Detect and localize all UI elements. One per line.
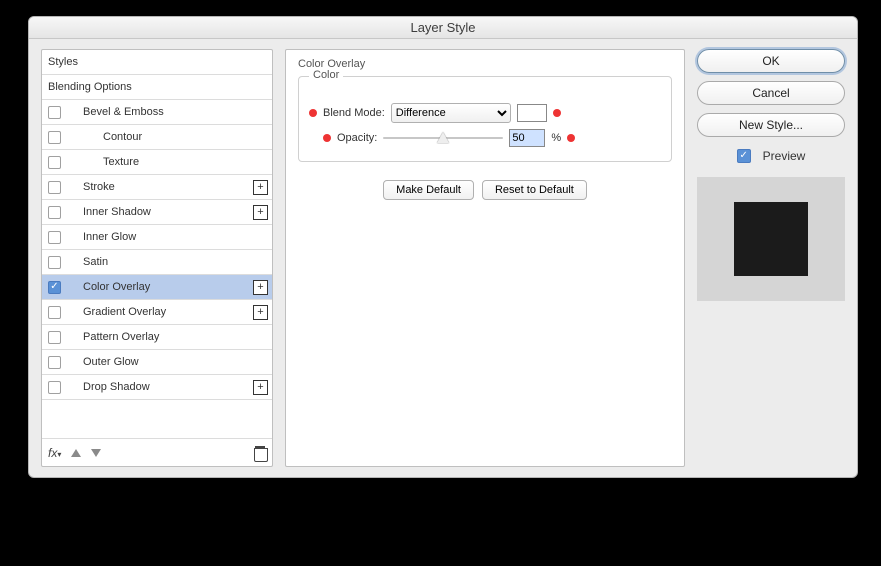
style-row-outer-glow[interactable]: Outer Glow bbox=[42, 350, 272, 375]
style-row-drop-shadow[interactable]: Drop Shadow + bbox=[42, 375, 272, 400]
style-label: Pattern Overlay bbox=[83, 331, 159, 343]
window-title: Layer Style bbox=[29, 17, 857, 39]
preview-checkbox[interactable]: ✓ bbox=[737, 149, 751, 163]
styles-panel: Styles Blending Options Bevel & Emboss Co… bbox=[41, 49, 273, 467]
style-label: Color Overlay bbox=[83, 281, 150, 293]
style-checkbox[interactable] bbox=[48, 306, 61, 319]
modified-dot-icon bbox=[323, 134, 331, 142]
right-panel: OK Cancel New Style... ✓ Preview bbox=[697, 49, 845, 467]
style-label: Inner Glow bbox=[83, 231, 136, 243]
style-checkbox[interactable]: ✓ bbox=[48, 281, 61, 294]
blending-options-row[interactable]: Blending Options bbox=[42, 75, 272, 100]
move-down-icon[interactable] bbox=[91, 449, 101, 457]
opacity-slider[interactable] bbox=[383, 131, 503, 145]
style-label: Stroke bbox=[83, 181, 115, 193]
color-overlay-group: Color Overlay Color Blend Mode: Differen… bbox=[298, 58, 672, 200]
opacity-label: Opacity: bbox=[337, 132, 377, 144]
modified-dot-icon bbox=[309, 109, 317, 117]
style-checkbox[interactable] bbox=[48, 331, 61, 344]
styles-header-row[interactable]: Styles bbox=[42, 50, 272, 75]
style-row-inner-glow[interactable]: Inner Glow bbox=[42, 225, 272, 250]
style-row-gradient-overlay[interactable]: Gradient Overlay + bbox=[42, 300, 272, 325]
add-instance-icon[interactable]: + bbox=[253, 305, 268, 320]
style-label: Contour bbox=[103, 131, 142, 143]
blending-options-label: Blending Options bbox=[48, 81, 132, 93]
style-label: Bevel & Emboss bbox=[83, 106, 164, 118]
move-up-icon[interactable] bbox=[71, 449, 81, 457]
preview-box bbox=[697, 177, 845, 301]
style-checkbox[interactable] bbox=[48, 106, 61, 119]
blend-mode-select[interactable]: Difference bbox=[391, 103, 511, 123]
preview-toggle-row[interactable]: ✓ Preview bbox=[697, 149, 845, 163]
blend-mode-label: Blend Mode: bbox=[323, 107, 385, 119]
style-checkbox[interactable] bbox=[48, 381, 61, 394]
modified-dot-icon bbox=[553, 109, 561, 117]
style-row-inner-shadow[interactable]: Inner Shadow + bbox=[42, 200, 272, 225]
layer-style-dialog: Layer Style Styles Blending Options Beve… bbox=[28, 16, 858, 478]
style-checkbox[interactable] bbox=[48, 181, 61, 194]
slider-thumb-icon[interactable] bbox=[437, 132, 449, 143]
style-row-satin[interactable]: Satin bbox=[42, 250, 272, 275]
new-style-button[interactable]: New Style... bbox=[697, 113, 845, 137]
add-instance-icon[interactable]: + bbox=[253, 205, 268, 220]
blend-mode-row: Blend Mode: Difference bbox=[309, 103, 661, 123]
style-checkbox[interactable] bbox=[48, 131, 61, 144]
style-label: Inner Shadow bbox=[83, 206, 151, 218]
opacity-input[interactable] bbox=[509, 129, 545, 147]
dialog-body: Styles Blending Options Bevel & Emboss Co… bbox=[29, 39, 857, 477]
overlay-color-swatch[interactable] bbox=[517, 104, 547, 122]
style-checkbox[interactable] bbox=[48, 206, 61, 219]
styles-footer: fx▾ bbox=[42, 438, 272, 466]
ok-button[interactable]: OK bbox=[697, 49, 845, 73]
preview-sample bbox=[734, 202, 808, 276]
style-checkbox[interactable] bbox=[48, 156, 61, 169]
styles-header-label: Styles bbox=[48, 56, 78, 68]
trash-icon[interactable] bbox=[254, 446, 266, 460]
cancel-button[interactable]: Cancel bbox=[697, 81, 845, 105]
options-panel: Color Overlay Color Blend Mode: Differen… bbox=[285, 49, 685, 467]
default-buttons: Make Default Reset to Default bbox=[298, 180, 672, 200]
style-checkbox[interactable] bbox=[48, 231, 61, 244]
fx-menu-icon[interactable]: fx▾ bbox=[48, 446, 61, 460]
color-group-title: Color bbox=[309, 69, 343, 81]
style-row-contour[interactable]: Contour bbox=[42, 125, 272, 150]
style-row-pattern-overlay[interactable]: Pattern Overlay bbox=[42, 325, 272, 350]
reset-default-button[interactable]: Reset to Default bbox=[482, 180, 587, 200]
color-group: Color Blend Mode: Difference Opacity: bbox=[298, 76, 672, 162]
style-row-color-overlay[interactable]: ✓ Color Overlay + bbox=[42, 275, 272, 300]
add-instance-icon[interactable]: + bbox=[253, 180, 268, 195]
style-label: Gradient Overlay bbox=[83, 306, 166, 318]
style-row-texture[interactable]: Texture bbox=[42, 150, 272, 175]
style-checkbox[interactable] bbox=[48, 356, 61, 369]
add-instance-icon[interactable]: + bbox=[253, 280, 268, 295]
style-row-stroke[interactable]: Stroke + bbox=[42, 175, 272, 200]
make-default-button[interactable]: Make Default bbox=[383, 180, 474, 200]
add-instance-icon[interactable]: + bbox=[253, 380, 268, 395]
opacity-row: Opacity: % bbox=[309, 129, 661, 147]
style-label: Drop Shadow bbox=[83, 381, 150, 393]
style-row-bevel-emboss[interactable]: Bevel & Emboss bbox=[42, 100, 272, 125]
style-label: Satin bbox=[83, 256, 108, 268]
percent-label: % bbox=[551, 132, 561, 144]
style-label: Outer Glow bbox=[83, 356, 139, 368]
preview-label: Preview bbox=[763, 149, 806, 163]
style-checkbox[interactable] bbox=[48, 256, 61, 269]
style-label: Texture bbox=[103, 156, 139, 168]
modified-dot-icon bbox=[567, 134, 575, 142]
styles-list: Styles Blending Options Bevel & Emboss Co… bbox=[42, 50, 272, 438]
